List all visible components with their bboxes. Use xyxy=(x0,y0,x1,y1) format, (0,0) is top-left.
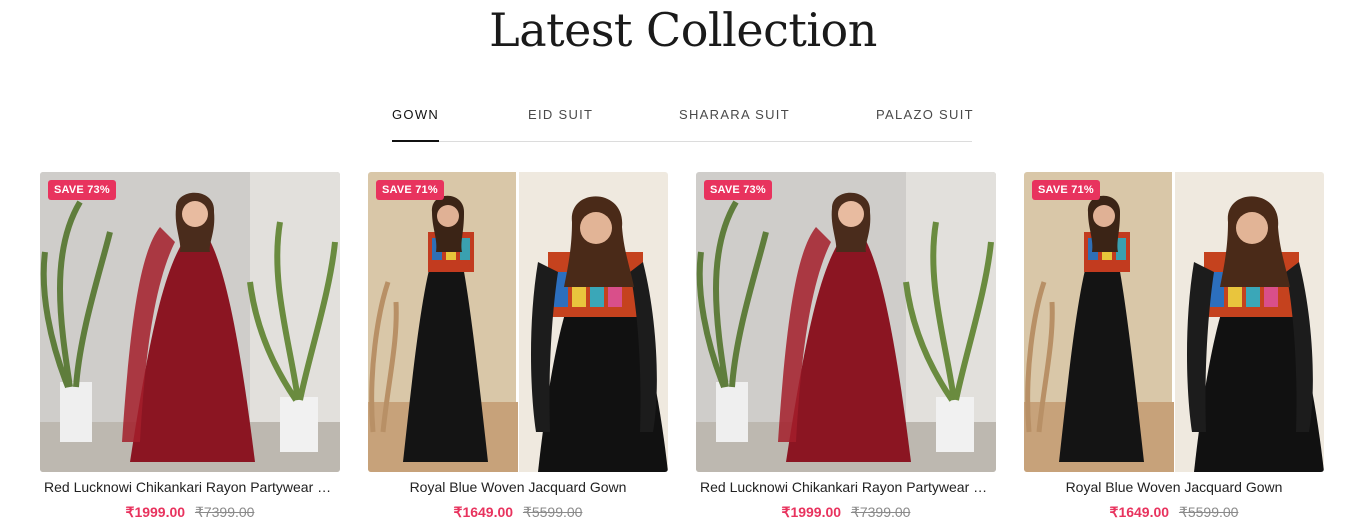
sale-price: ₹1649.00 xyxy=(1109,504,1170,520)
product-card[interactable]: SAVE 73% Red Lucknowi Chikankari Rayon P… xyxy=(696,172,996,521)
sale-price: ₹1999.00 xyxy=(125,504,186,520)
compare-price: ₹5599.00 xyxy=(1178,504,1239,520)
product-card[interactable]: SAVE 73% Red Lucknowi Chikankari Rayon P… xyxy=(40,172,340,521)
product-image[interactable]: SAVE 71% xyxy=(368,172,668,472)
product-title[interactable]: Royal Blue Woven Jacquard Gown xyxy=(368,478,668,496)
product-image[interactable]: SAVE 73% xyxy=(40,172,340,472)
compare-price: ₹5599.00 xyxy=(522,504,583,520)
compare-price: ₹7399.00 xyxy=(850,504,911,520)
compare-price: ₹7399.00 xyxy=(194,504,255,520)
tab-palazo-suit[interactable]: PALAZO SUIT xyxy=(876,107,974,140)
product-card[interactable]: SAVE 71% Royal Blue Woven Jacquard Gown … xyxy=(1024,172,1324,521)
product-title[interactable]: Red Lucknowi Chikankari Rayon Partywear … xyxy=(696,478,996,496)
tab-eid-suit[interactable]: EID SUIT xyxy=(528,107,593,140)
sale-price: ₹1999.00 xyxy=(781,504,842,520)
product-image[interactable]: SAVE 71% xyxy=(1024,172,1324,472)
save-badge: SAVE 71% xyxy=(1032,180,1100,200)
product-title[interactable]: Royal Blue Woven Jacquard Gown xyxy=(1024,478,1324,496)
collection-tabs: GOWN EID SUIT SHARARA SUIT PALAZO SUIT xyxy=(392,100,974,142)
price-row: ₹1999.00 ₹7399.00 xyxy=(696,503,996,521)
black-gown-photo xyxy=(1024,172,1324,472)
price-row: ₹1649.00 ₹5599.00 xyxy=(368,503,668,521)
sale-price: ₹1649.00 xyxy=(453,504,514,520)
black-gown-photo xyxy=(368,172,668,472)
price-row: ₹1649.00 ₹5599.00 xyxy=(1024,503,1324,521)
product-title[interactable]: Red Lucknowi Chikankari Rayon Partywear … xyxy=(40,478,340,496)
tab-gown[interactable]: GOWN xyxy=(392,107,440,142)
product-card[interactable]: SAVE 71% Royal Blue Woven Jacquard Gown … xyxy=(368,172,668,521)
save-badge: SAVE 73% xyxy=(704,180,772,200)
tab-sharara-suit[interactable]: SHARARA SUIT xyxy=(679,107,790,140)
save-badge: SAVE 71% xyxy=(376,180,444,200)
product-image[interactable]: SAVE 73% xyxy=(696,172,996,472)
section-title: Latest Collection xyxy=(489,3,877,57)
red-gown-photo xyxy=(40,172,340,472)
red-gown-photo xyxy=(696,172,996,472)
save-badge: SAVE 73% xyxy=(48,180,116,200)
price-row: ₹1999.00 ₹7399.00 xyxy=(40,503,340,521)
